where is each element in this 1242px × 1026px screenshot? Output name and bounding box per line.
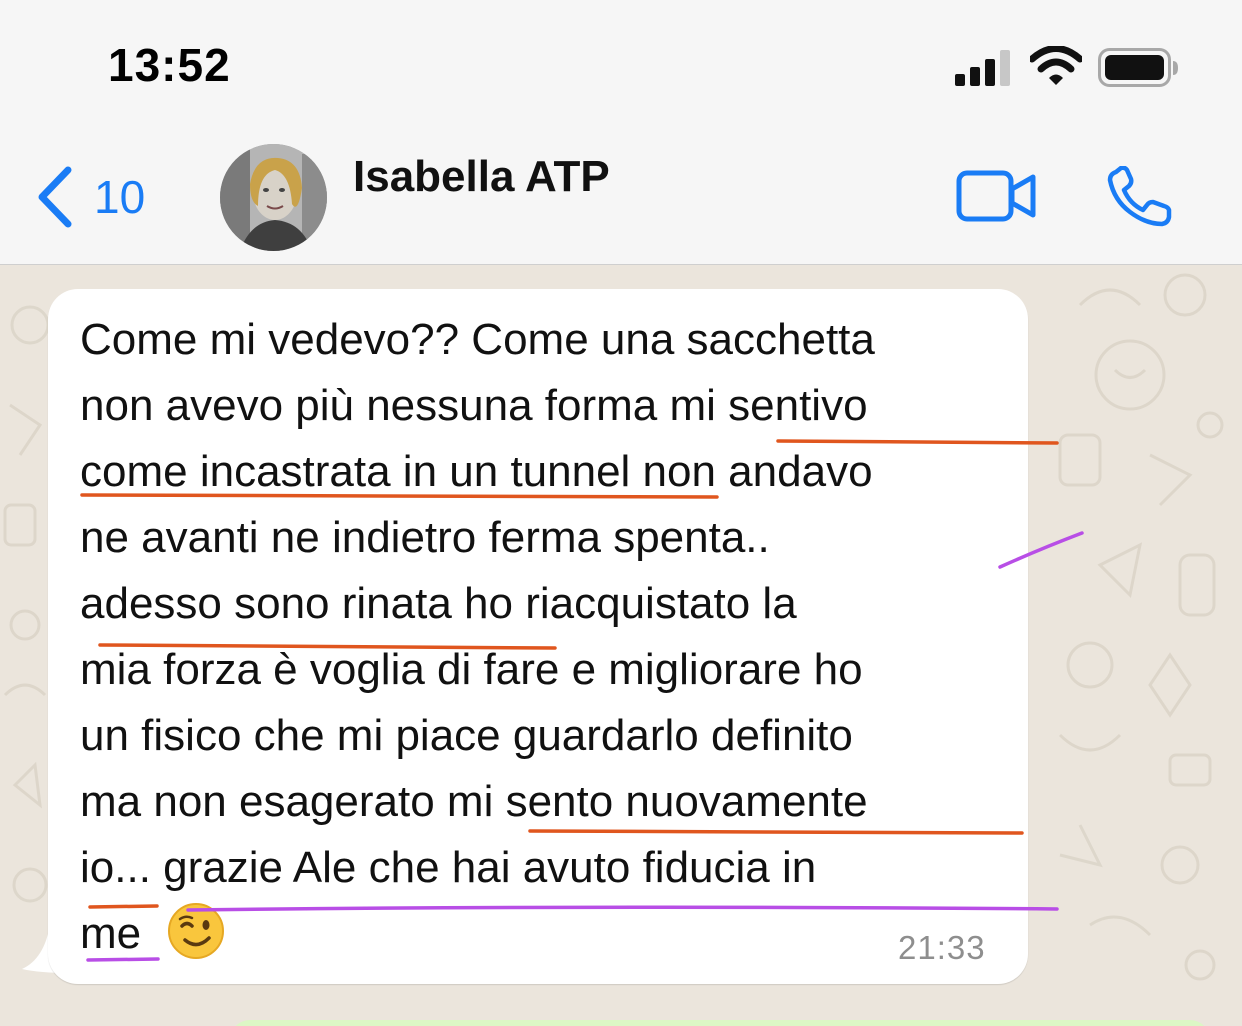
- message-line: ma non esagerato mi sento nuovamente: [80, 777, 868, 826]
- message-line: ne avanti ne indietro ferma spenta..: [80, 513, 770, 562]
- signal-icon: [955, 50, 1010, 86]
- message-timestamp: 21:33: [898, 929, 986, 966]
- unread-count: 10: [94, 171, 146, 223]
- message-line: Come mi vedevo?? Come una sacchetta: [80, 315, 875, 364]
- message-line: mia forza è voglia di fare e migliorare …: [80, 645, 863, 694]
- status-bar: 13:52: [0, 0, 1242, 130]
- message-line-last: me: [80, 901, 875, 967]
- status-time: 13:52: [108, 39, 231, 91]
- back-button[interactable]: 10: [34, 162, 174, 232]
- chat-header: 10 Isabella ATP: [0, 130, 1242, 265]
- contact-name[interactable]: Isabella ATP: [353, 152, 610, 202]
- avatar-photo: [220, 144, 327, 251]
- message-line: non avevo più nessuna forma mi sentivo: [80, 381, 868, 430]
- battery-icon: [1098, 48, 1178, 87]
- winking-face-emoji-icon: [168, 903, 225, 959]
- message-line: come incastrata in un tunnel non andavo: [80, 447, 873, 496]
- chevron-left-icon: [38, 166, 72, 228]
- message-line: un fisico che mi piace guardarlo definit…: [80, 711, 853, 760]
- chat-area[interactable]: Come mi vedevo?? Come una sacchetta non …: [0, 265, 1242, 1026]
- message-line: io... grazie Ale che hai avuto fiducia i…: [80, 843, 817, 892]
- message-line: adesso sono rinata ho riacquistato la: [80, 579, 797, 628]
- next-message-bubble: [230, 1020, 1210, 1026]
- message-text: Come mi vedevo?? Come una sacchetta non …: [80, 307, 875, 967]
- wifi-icon: [1030, 46, 1082, 85]
- phone-icon[interactable]: [1106, 166, 1174, 228]
- avatar[interactable]: [220, 144, 327, 251]
- message-bubble[interactable]: Come mi vedevo?? Come una sacchetta non …: [48, 289, 1028, 984]
- video-camera-icon[interactable]: [956, 170, 1038, 222]
- message-line-text: me: [80, 909, 142, 958]
